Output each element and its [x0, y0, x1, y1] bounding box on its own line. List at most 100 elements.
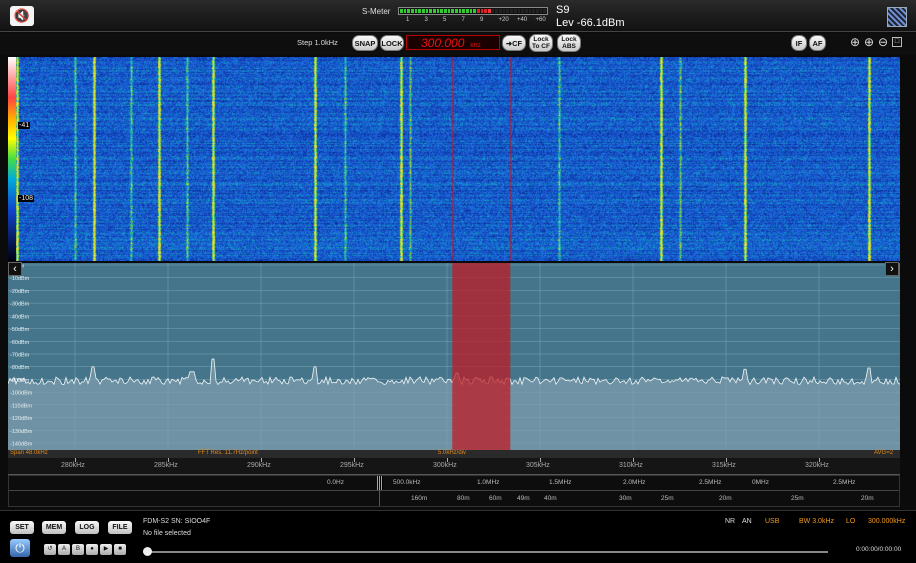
- record-button[interactable]: ●: [86, 544, 98, 555]
- colorbar-high-label: -41: [18, 122, 31, 129]
- avg-label: AVG=2: [874, 450, 894, 456]
- record-icon: ●: [90, 546, 94, 552]
- if-button[interactable]: IF: [791, 35, 807, 51]
- band-mhz-label: 2.5MHz: [699, 479, 722, 486]
- zoom-fit-icon[interactable]: ⊕: [862, 35, 876, 49]
- smeter-segment: [506, 9, 510, 13]
- smeter-segment: [539, 9, 543, 13]
- frequency-ruler[interactable]: 280kHz 285kHz 290kHz 295kHz 300kHz 305kHz 310k…: [8, 458, 900, 475]
- band-position-marker[interactable]: [377, 476, 383, 490]
- smeter-scale: 1 3 5 7 9 +20 +40 +60: [398, 17, 558, 25]
- step-label[interactable]: Step 1.0kHz: [297, 38, 338, 47]
- bandwidth-label[interactable]: BW 3.0kHz: [799, 518, 834, 525]
- band-meter-label: 25m: [661, 495, 674, 502]
- ruler-tick-label: 320kHz: [805, 462, 829, 469]
- smeter-segment: [473, 9, 477, 13]
- zoom-in-icon[interactable]: ⊕: [848, 35, 862, 49]
- ruler-tick-label: 310kHz: [619, 462, 643, 469]
- scroll-left-button[interactable]: ‹: [8, 262, 22, 276]
- band-meter-label: 160m: [411, 495, 428, 502]
- tape-b-button[interactable]: B: [72, 544, 84, 555]
- smeter-tick-label: +40: [517, 17, 528, 23]
- ruler-tick-mark: [540, 458, 541, 462]
- smeter-segment: [521, 9, 524, 13]
- snap-button[interactable]: SNAP: [352, 35, 378, 51]
- playback-slider-track[interactable]: [143, 551, 828, 553]
- tuning-toolbar: Step 1.0kHz SNAP LOCK 300.000 kHz ➜CF Loc…: [0, 33, 916, 55]
- smeter-segment: [429, 9, 433, 13]
- smeter-segment: [418, 9, 422, 13]
- tape-a-button[interactable]: A: [58, 544, 70, 555]
- ruler-tick-label: 295kHz: [340, 462, 364, 469]
- ruler-tick-mark: [354, 458, 355, 462]
- band-mhz-label: 0.0Hz: [327, 479, 344, 486]
- ruler-tick-mark: [726, 458, 727, 462]
- band-meter-label: 60m: [489, 495, 502, 502]
- file-button[interactable]: FILE: [108, 521, 132, 534]
- band-scale[interactable]: 0.0Hz 500.0kHz 1.0MHz 1.5MHz 2.0MHz 2.5MHz 0MH…: [8, 475, 900, 507]
- spectrum-display[interactable]: 0dBm-10dBm-20dBm-30dBm-40dBm-50dBm-60dBm…: [8, 263, 900, 450]
- lock-abs-button[interactable]: Lock ABS: [557, 34, 581, 52]
- smeter-segment: [517, 9, 521, 13]
- spectrum-db-label: -120dBm: [10, 416, 33, 422]
- nr-label[interactable]: NR: [725, 518, 735, 525]
- smeter-segment: [469, 9, 473, 13]
- af-button[interactable]: AF: [809, 35, 826, 51]
- waterfall-display[interactable]: [8, 57, 900, 261]
- play-button[interactable]: ▶: [100, 544, 112, 555]
- smeter-segment: [455, 9, 458, 13]
- lo-value[interactable]: 300.000kHz: [868, 518, 905, 525]
- fullscreen-icon[interactable]: □: [892, 37, 902, 47]
- lock-button[interactable]: LOCK: [380, 35, 404, 51]
- band-cursor-line: [379, 490, 380, 506]
- scroll-right-button[interactable]: ›: [885, 262, 899, 276]
- lock-to-cf-button[interactable]: Lock To CF: [529, 34, 553, 52]
- smeter-tick-label: 7: [461, 17, 465, 23]
- s-reading: S9: [556, 4, 570, 16]
- band-meter-label: 30m: [619, 495, 632, 502]
- ruler-tick-label: 285kHz: [154, 462, 178, 469]
- top-bar: 🔇 S-Meter 1 3 5 7 9 +20 +40 +60 S9 Lev -66.1dBm: [0, 0, 916, 32]
- loop-button[interactable]: ↺: [44, 544, 56, 555]
- band-meter-label: 40m: [544, 495, 557, 502]
- ruler-tick-label: 290kHz: [247, 462, 271, 469]
- smeter-tick-label: +60: [535, 17, 546, 23]
- power-button[interactable]: ⏻: [10, 539, 30, 557]
- spectrum-db-label: -40dBm: [10, 314, 30, 320]
- smeter-segment: [510, 9, 513, 13]
- playback-slider-knob[interactable]: [143, 547, 152, 556]
- log-button[interactable]: LOG: [75, 521, 99, 534]
- ruler-tick-label: 315kHz: [712, 462, 736, 469]
- spectrum-db-label: -80dBm: [10, 365, 30, 371]
- an-label[interactable]: AN: [742, 518, 752, 525]
- set-button[interactable]: SET: [10, 521, 34, 534]
- band-meter-label: 20m: [719, 495, 732, 502]
- smeter-segment: [524, 9, 528, 13]
- smeter-segment: [513, 9, 517, 13]
- stop-button[interactable]: ■: [114, 544, 126, 555]
- frequency-display[interactable]: 300.000 kHz: [406, 35, 500, 50]
- band-mhz-label: 1.0MHz: [477, 479, 500, 486]
- smeter-segment: [532, 9, 535, 13]
- waterfall-colorbar[interactable]: [8, 57, 16, 261]
- spectrum-db-label: -140dBm: [10, 442, 33, 448]
- band-mhz-label: 500.0kHz: [393, 479, 421, 486]
- mode-label[interactable]: USB: [765, 518, 779, 525]
- spectrum-db-label: -110dBm: [10, 403, 32, 409]
- minimize-corner-icon[interactable]: [887, 7, 907, 27]
- device-label: FDM-S2 SN: SIOO4F: [143, 518, 211, 525]
- lock-abs-line2: ABS: [562, 43, 576, 50]
- chevron-right-icon: ›: [890, 263, 894, 275]
- smeter-tick-label: 5: [443, 17, 447, 23]
- smeter-segment: [499, 9, 502, 13]
- mute-speaker-icon[interactable]: 🔇: [10, 6, 34, 26]
- span-label: Span 48.0kHz: [10, 450, 48, 456]
- zoom-out-icon[interactable]: ⊖: [876, 35, 890, 49]
- to-cf-button[interactable]: ➜CF: [502, 35, 526, 51]
- mem-button[interactable]: MEM: [42, 521, 66, 534]
- div-label: 5.0kHz/div: [438, 450, 467, 456]
- frequency-value: 300.000: [421, 36, 465, 50]
- smeter-segment: [451, 9, 455, 13]
- ruler-tick-mark: [447, 458, 448, 462]
- smeter-segment: [502, 9, 506, 13]
